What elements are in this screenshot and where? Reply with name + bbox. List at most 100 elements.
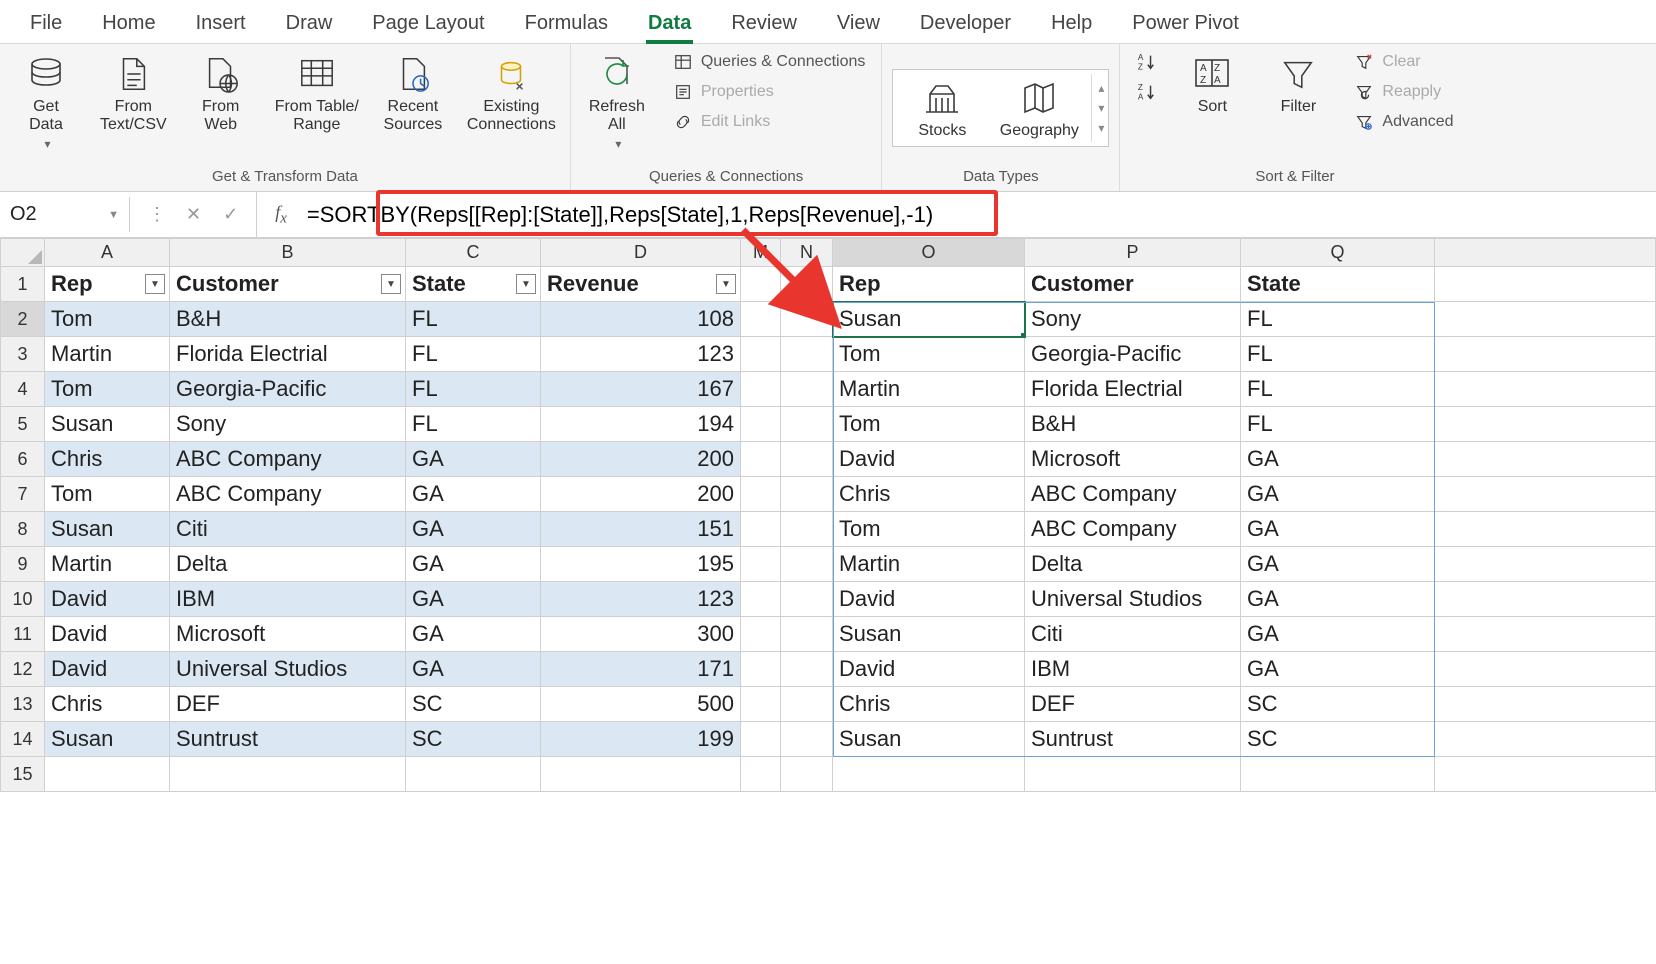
cell-O14[interactable]: Susan: [833, 722, 1025, 757]
cell-B10[interactable]: IBM: [170, 582, 406, 617]
cell-N8[interactable]: [781, 512, 833, 547]
cell-D1[interactable]: Revenue▼: [541, 267, 741, 302]
filter-dropdown-rep[interactable]: ▼: [145, 274, 165, 294]
row-header-11[interactable]: 11: [1, 617, 45, 652]
cell-O9[interactable]: Martin: [833, 547, 1025, 582]
recent-sources-button[interactable]: RecentSources: [377, 50, 449, 137]
cell-Q4[interactable]: FL: [1241, 372, 1435, 407]
tab-draw[interactable]: Draw: [266, 6, 353, 43]
cell-C6[interactable]: GA: [406, 442, 541, 477]
cell-D4[interactable]: 167: [541, 372, 741, 407]
cell-A7[interactable]: Tom: [45, 477, 170, 512]
cell-B9[interactable]: Delta: [170, 547, 406, 582]
cell-P13[interactable]: DEF: [1025, 687, 1241, 722]
stocks-button[interactable]: Stocks: [897, 74, 987, 142]
cell-P11[interactable]: Citi: [1025, 617, 1241, 652]
cell-D10[interactable]: 123: [541, 582, 741, 617]
col-header-Q[interactable]: Q: [1241, 239, 1435, 267]
row-header-4[interactable]: 4: [1, 372, 45, 407]
cell-Q10[interactable]: GA: [1241, 582, 1435, 617]
row-header-3[interactable]: 3: [1, 337, 45, 372]
cell-C13[interactable]: SC: [406, 687, 541, 722]
cell-M11[interactable]: [741, 617, 781, 652]
cell-D12[interactable]: 171: [541, 652, 741, 687]
from-table-range-button[interactable]: From Table/Range: [271, 50, 363, 137]
cell-D9[interactable]: 195: [541, 547, 741, 582]
gallery-more-icon[interactable]: ▾: [1098, 121, 1104, 135]
cell-P12[interactable]: IBM: [1025, 652, 1241, 687]
cell-B3[interactable]: Florida Electrial: [170, 337, 406, 372]
cell-A5[interactable]: Susan: [45, 407, 170, 442]
cell-N13[interactable]: [781, 687, 833, 722]
cell-C5[interactable]: FL: [406, 407, 541, 442]
tab-home[interactable]: Home: [82, 6, 175, 43]
reapply-button[interactable]: Reapply: [1348, 80, 1459, 104]
cell-A1[interactable]: Rep▼: [45, 267, 170, 302]
cell-C4[interactable]: FL: [406, 372, 541, 407]
cell-O6[interactable]: David: [833, 442, 1025, 477]
name-box-dropdown-icon[interactable]: ▼: [108, 209, 119, 221]
cell-B4[interactable]: Georgia-Pacific: [170, 372, 406, 407]
from-web-button[interactable]: FromWeb: [185, 50, 257, 137]
row-header-12[interactable]: 12: [1, 652, 45, 687]
cell-N3[interactable]: [781, 337, 833, 372]
cell-O8[interactable]: Tom: [833, 512, 1025, 547]
cell-C12[interactable]: GA: [406, 652, 541, 687]
cell-O1[interactable]: Rep: [833, 267, 1025, 302]
tab-data[interactable]: Data: [628, 6, 711, 43]
clear-filter-button[interactable]: Clear: [1348, 50, 1459, 74]
cell-D11[interactable]: 300: [541, 617, 741, 652]
cell-Q6[interactable]: GA: [1241, 442, 1435, 477]
cell-M14[interactable]: [741, 722, 781, 757]
row-header-10[interactable]: 10: [1, 582, 45, 617]
cell-B12[interactable]: Universal Studios: [170, 652, 406, 687]
cell-C3[interactable]: FL: [406, 337, 541, 372]
queries-connections-button[interactable]: Queries & Connections: [667, 50, 872, 74]
col-header-D[interactable]: D: [541, 239, 741, 267]
from-text-csv-button[interactable]: FromText/CSV: [96, 50, 171, 137]
row-header-14[interactable]: 14: [1, 722, 45, 757]
cell-C15[interactable]: [406, 757, 541, 792]
tab-developer[interactable]: Developer: [900, 6, 1031, 43]
cell-C9[interactable]: GA: [406, 547, 541, 582]
row-header-9[interactable]: 9: [1, 547, 45, 582]
col-header-N[interactable]: N: [781, 239, 833, 267]
cell-M12[interactable]: [741, 652, 781, 687]
cell-M2[interactable]: [741, 302, 781, 337]
cell-N11[interactable]: [781, 617, 833, 652]
cell-N12[interactable]: [781, 652, 833, 687]
cell-O12[interactable]: David: [833, 652, 1025, 687]
cell-B15[interactable]: [170, 757, 406, 792]
cell-C8[interactable]: GA: [406, 512, 541, 547]
cell-A12[interactable]: David: [45, 652, 170, 687]
cell-P7[interactable]: ABC Company: [1025, 477, 1241, 512]
tab-power-pivot[interactable]: Power Pivot: [1112, 6, 1259, 43]
cell-O15[interactable]: [833, 757, 1025, 792]
sort-desc-button[interactable]: ZA: [1130, 80, 1162, 104]
cell-P9[interactable]: Delta: [1025, 547, 1241, 582]
cell-A8[interactable]: Susan: [45, 512, 170, 547]
cell-A9[interactable]: Martin: [45, 547, 170, 582]
cell-C10[interactable]: GA: [406, 582, 541, 617]
row-header-7[interactable]: 7: [1, 477, 45, 512]
cell-Q14[interactable]: SC: [1241, 722, 1435, 757]
cell-P6[interactable]: Microsoft: [1025, 442, 1241, 477]
cell-D6[interactable]: 200: [541, 442, 741, 477]
cell-P10[interactable]: Universal Studios: [1025, 582, 1241, 617]
cell-M3[interactable]: [741, 337, 781, 372]
filter-dropdown-state[interactable]: ▼: [516, 274, 536, 294]
properties-button[interactable]: Properties: [667, 80, 872, 104]
cell-P2[interactable]: Sony: [1025, 302, 1241, 337]
fx-icon[interactable]: fx: [257, 202, 299, 228]
cell-A3[interactable]: Martin: [45, 337, 170, 372]
tab-view[interactable]: View: [817, 6, 900, 43]
cell-D7[interactable]: 200: [541, 477, 741, 512]
cell-C2[interactable]: FL: [406, 302, 541, 337]
cell-C14[interactable]: SC: [406, 722, 541, 757]
refresh-all-button[interactable]: RefreshAll: [581, 50, 653, 153]
cell-M13[interactable]: [741, 687, 781, 722]
cell-N5[interactable]: [781, 407, 833, 442]
cell-B8[interactable]: Citi: [170, 512, 406, 547]
cell-N4[interactable]: [781, 372, 833, 407]
cell-Q7[interactable]: GA: [1241, 477, 1435, 512]
